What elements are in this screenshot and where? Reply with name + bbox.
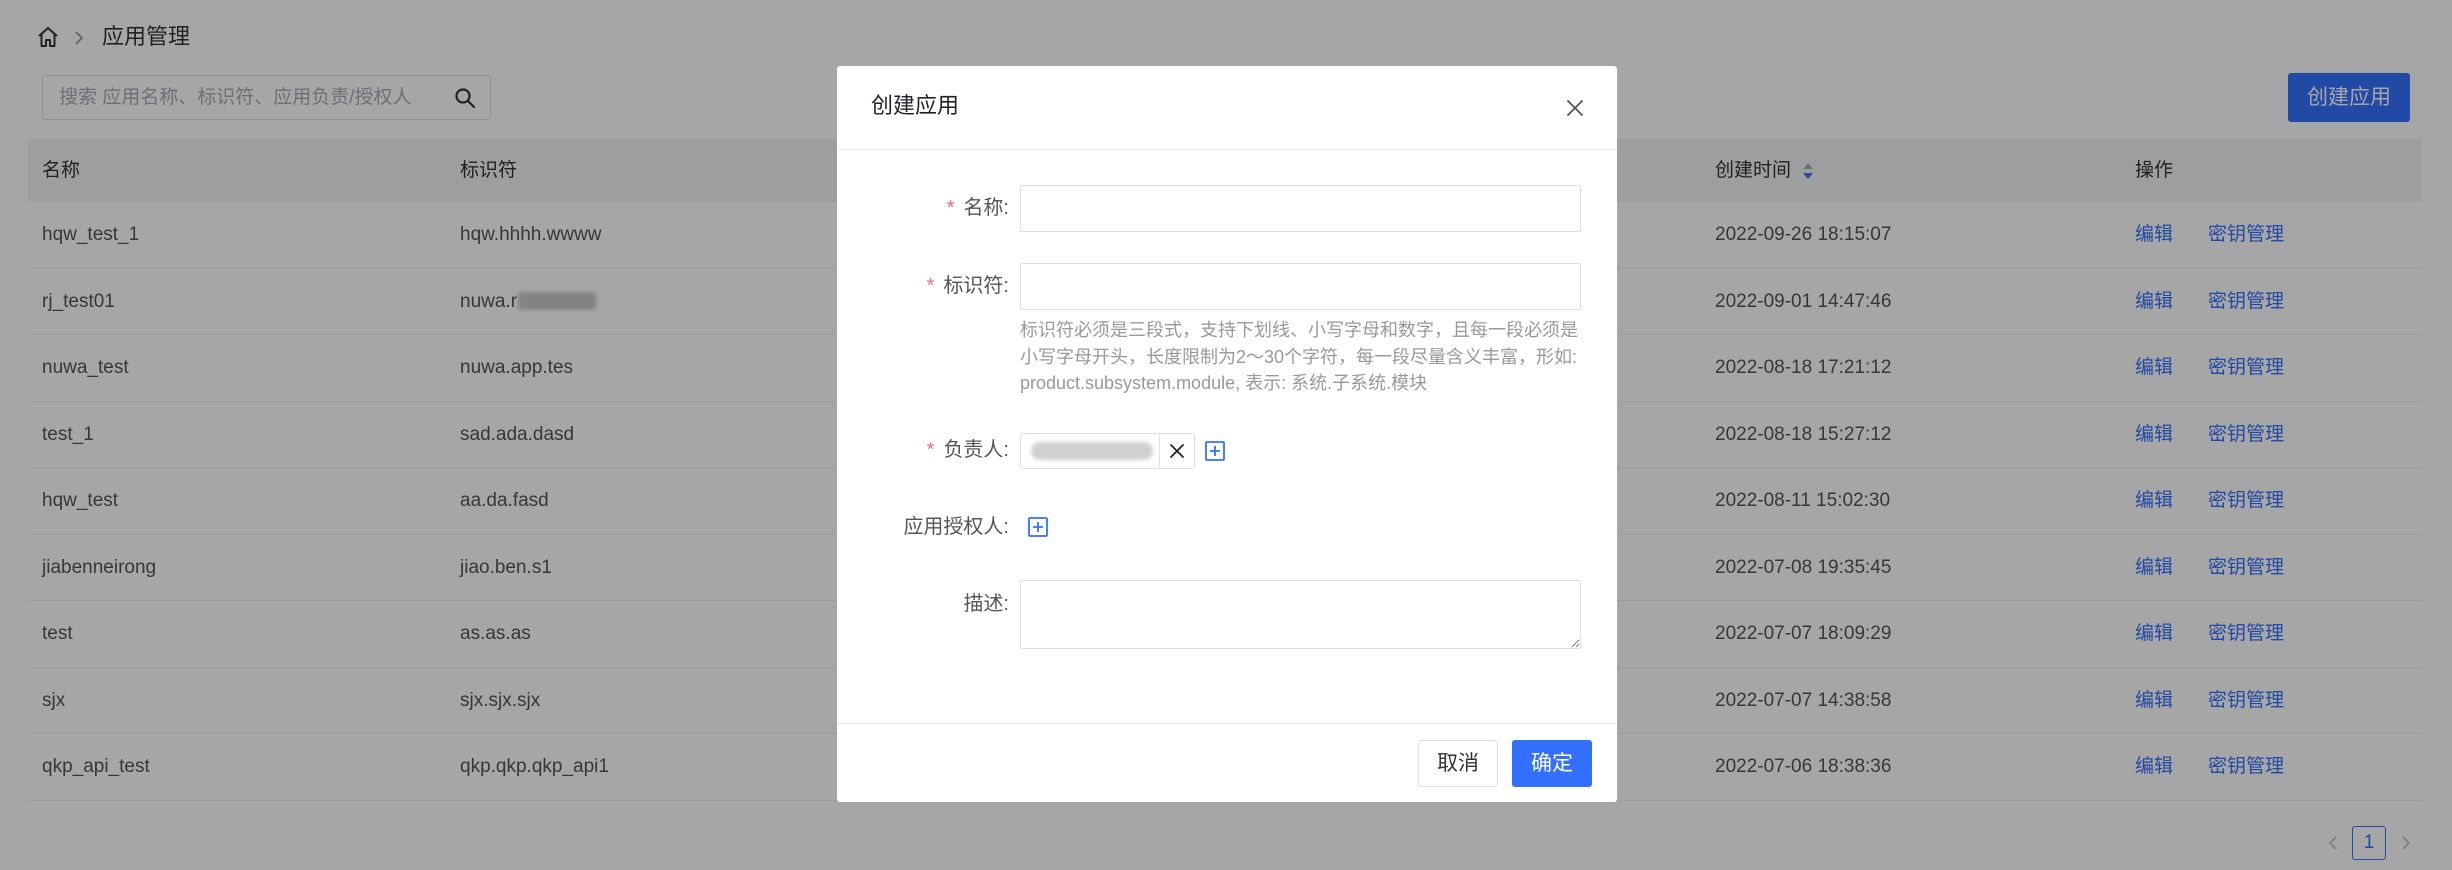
help-line: product.subsystem.module, 表示: 系统.子系统.模块 bbox=[1020, 373, 1428, 393]
required-mark: * bbox=[946, 197, 955, 219]
cancel-button[interactable]: 取消 bbox=[1418, 740, 1498, 787]
footer-divider bbox=[837, 723, 1617, 724]
tag-divider bbox=[1159, 434, 1160, 468]
authorized-label-text: 应用授权人: bbox=[903, 516, 1009, 538]
close-icon[interactable] bbox=[1564, 97, 1586, 119]
name-label-text: 名称: bbox=[963, 197, 1009, 219]
identifier-help-text: 标识符必须是三段式，支持下划线、小写字母和数字，且每一段必须是 小写字母开头，长… bbox=[1020, 317, 1595, 397]
owner-label: * 负责人: bbox=[837, 427, 1009, 474]
header-divider bbox=[837, 149, 1617, 150]
description-label: 描述: bbox=[837, 581, 1009, 628]
help-line: 标识符必须是三段式，支持下划线、小写字母和数字，且每一段必须是 bbox=[1020, 320, 1578, 340]
required-mark: * bbox=[926, 275, 935, 297]
owner-name-redacted bbox=[1031, 442, 1153, 460]
name-label: * 名称: bbox=[837, 185, 1009, 232]
add-square-icon[interactable] bbox=[1204, 440, 1226, 462]
name-input[interactable] bbox=[1020, 185, 1581, 232]
confirm-button[interactable]: 确定 bbox=[1512, 740, 1592, 787]
help-line: 小写字母开头，长度限制为2～30个字符，每一段尽量含义丰富，形如: bbox=[1020, 346, 1578, 367]
owner-label-text: 负责人: bbox=[943, 439, 1009, 461]
create-app-dialog: 创建应用 * 名称: * 标识符: 标识符必须是三段式，支持下划线、小写字母和数字，… bbox=[837, 66, 1617, 802]
description-textarea[interactable] bbox=[1020, 580, 1581, 649]
close-icon[interactable] bbox=[1168, 442, 1186, 460]
identifier-label-text: 标识符: bbox=[943, 275, 1009, 297]
required-mark: * bbox=[926, 439, 935, 461]
description-label-text: 描述: bbox=[963, 593, 1009, 615]
owner-tag[interactable] bbox=[1020, 433, 1195, 469]
dialog-title: 创建应用 bbox=[871, 93, 960, 118]
identifier-input[interactable] bbox=[1020, 263, 1581, 310]
identifier-label: * 标识符: bbox=[837, 263, 1009, 310]
authorized-label: 应用授权人: bbox=[837, 504, 1009, 551]
add-square-icon[interactable] bbox=[1027, 516, 1049, 538]
